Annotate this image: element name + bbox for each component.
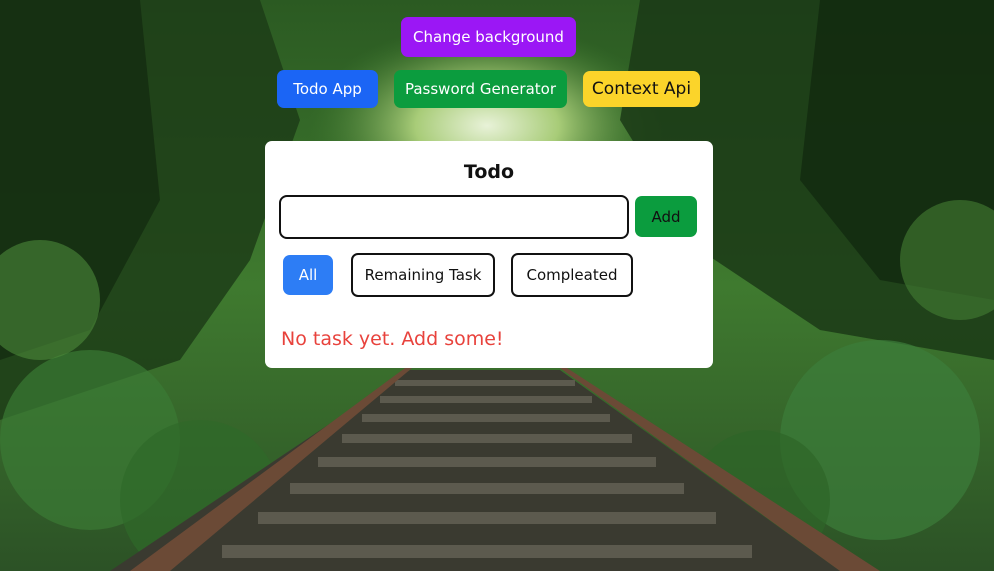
todo-input[interactable] (279, 195, 629, 239)
todo-app-button[interactable]: Todo App (277, 70, 378, 108)
empty-state-message: No task yet. Add some! (281, 328, 504, 350)
add-button[interactable]: Add (635, 196, 697, 237)
filter-completed-button[interactable]: Compleated (511, 253, 633, 297)
context-api-button[interactable]: Context Api (583, 71, 700, 107)
filter-remaining-button[interactable]: Remaining Task (351, 253, 495, 297)
password-generator-button[interactable]: Password Generator (394, 70, 567, 108)
todo-title: Todo (463, 161, 515, 183)
filter-all-button[interactable]: All (283, 255, 333, 295)
change-background-button[interactable]: Change background (401, 17, 576, 57)
todo-card: Todo Add All Remaining Task Compleated N… (265, 141, 713, 368)
